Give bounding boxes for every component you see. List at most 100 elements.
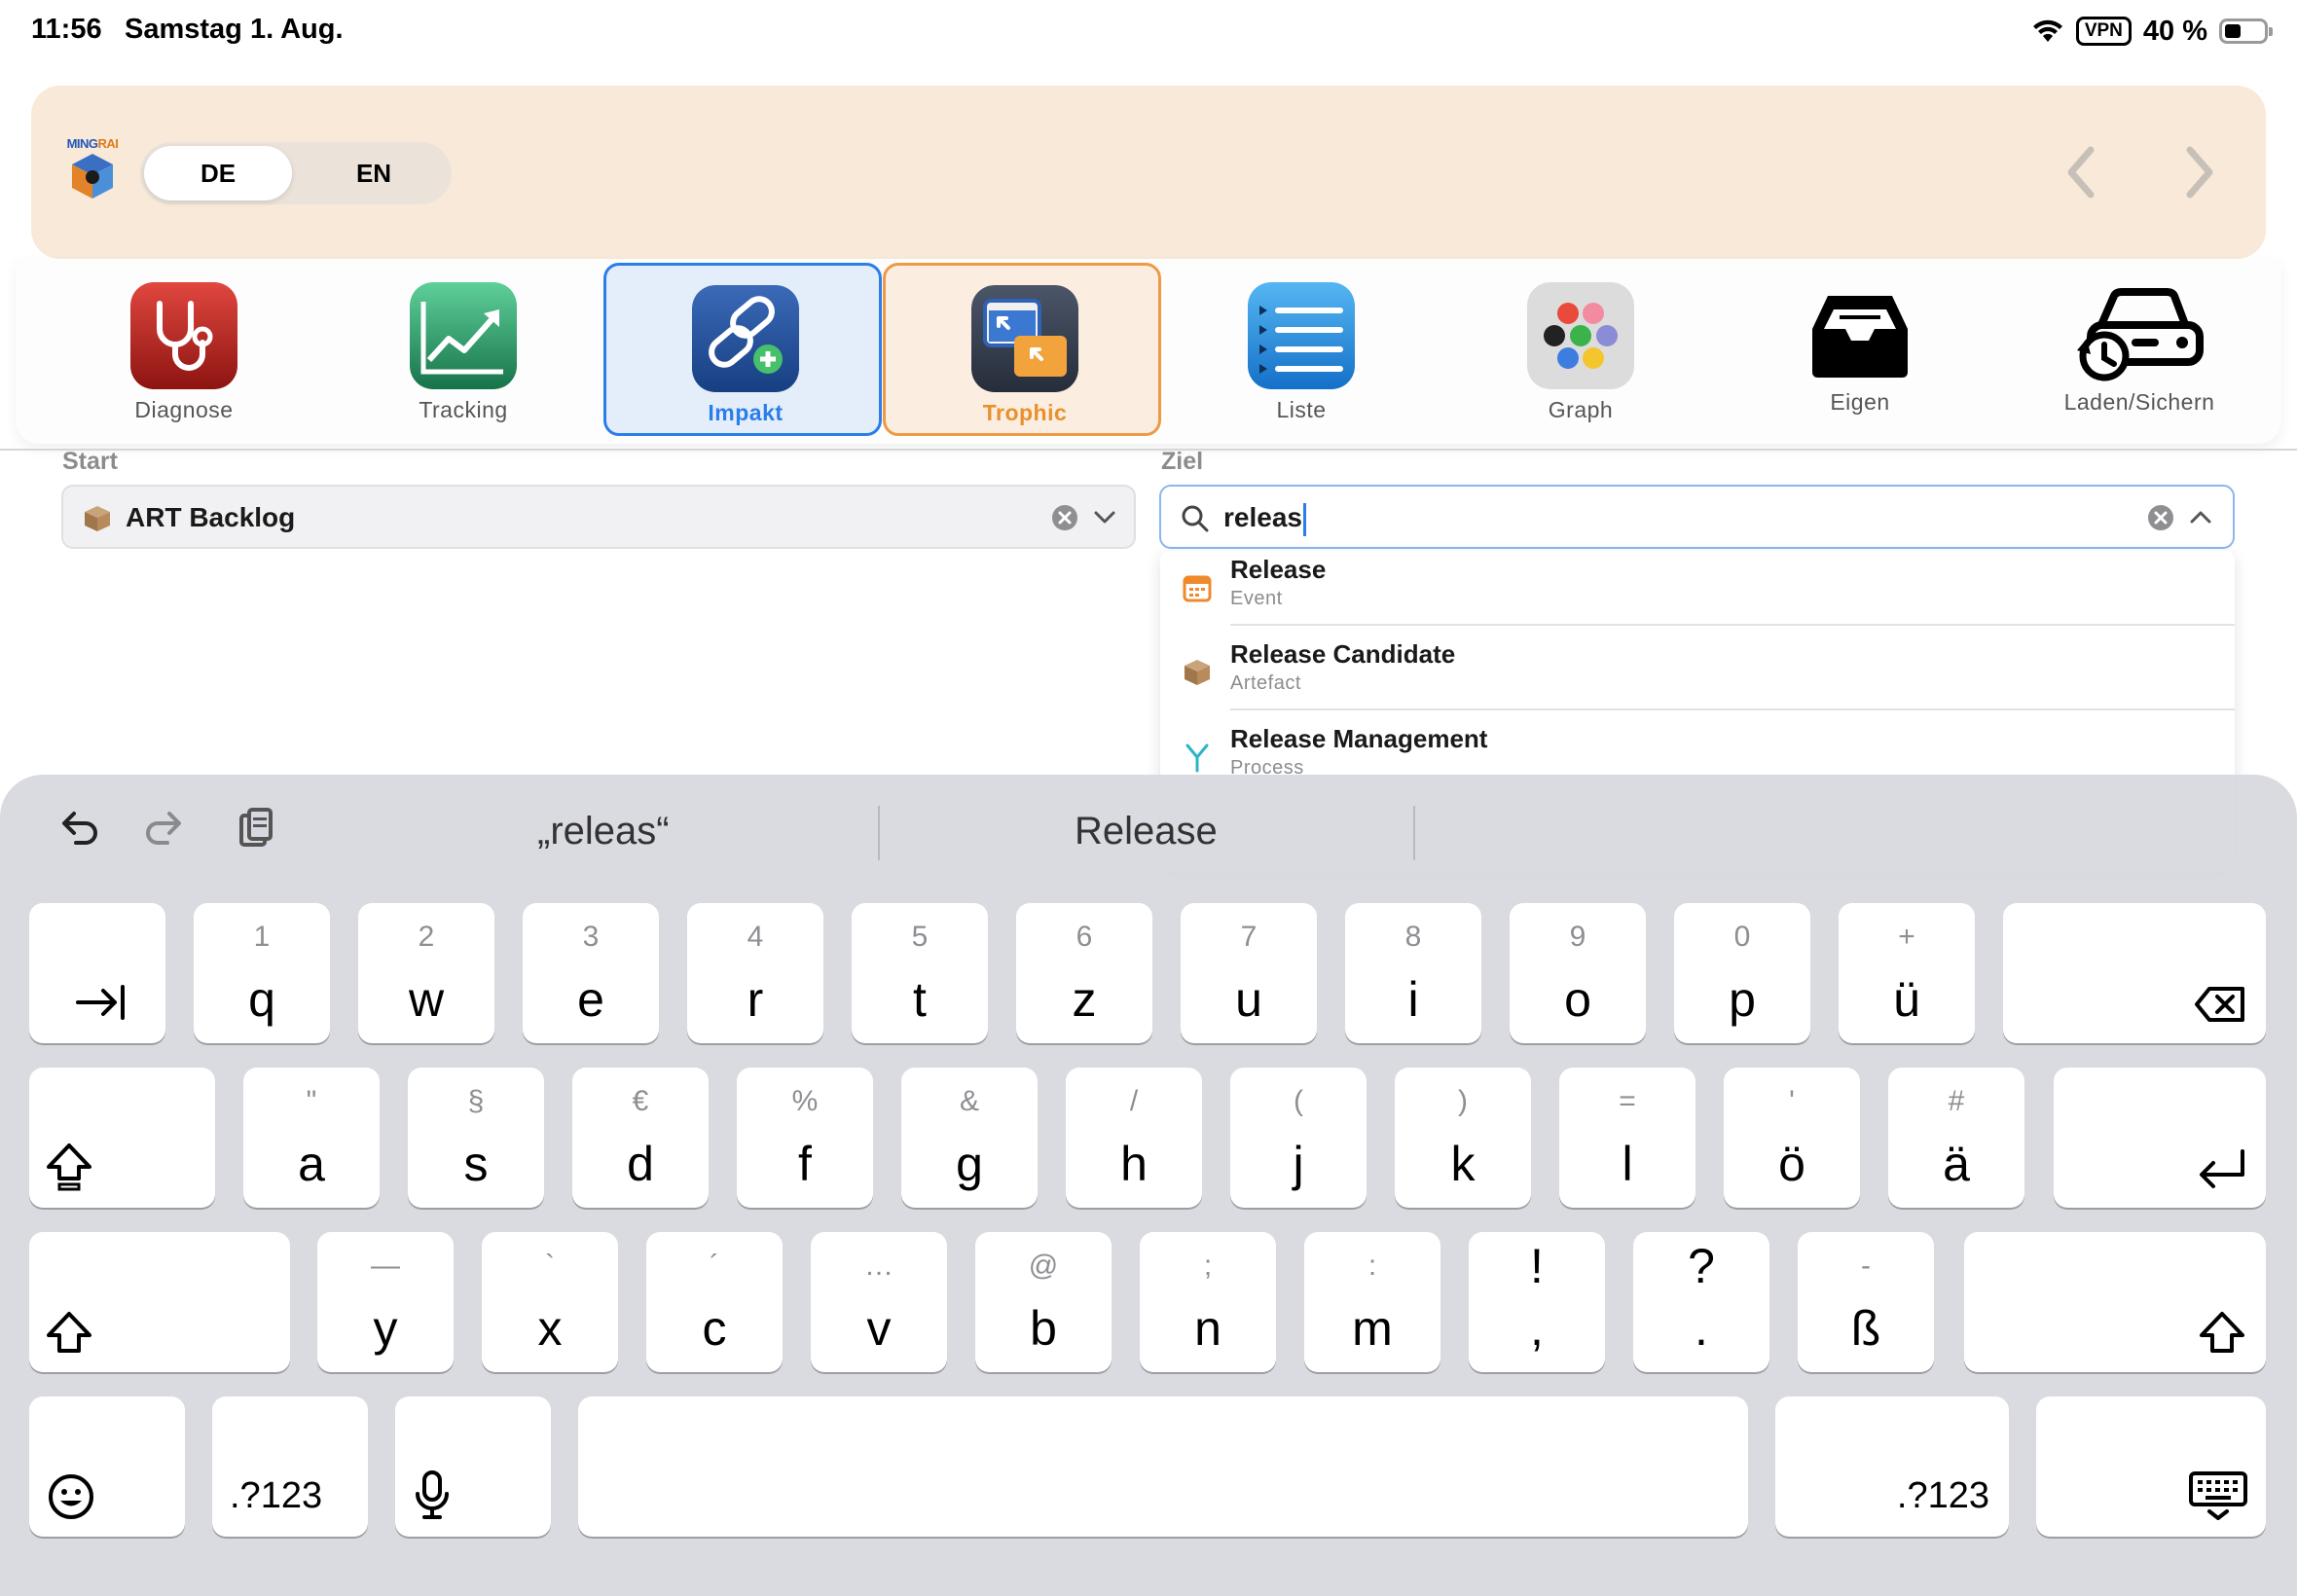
key-s[interactable]: § s <box>408 1068 544 1208</box>
key-e[interactable]: 3e <box>523 903 659 1043</box>
key-o[interactable]: 9o <box>1510 903 1646 1043</box>
link-plus-icon <box>692 285 799 392</box>
forward-arrow-icon[interactable] <box>2169 140 2227 204</box>
dictation-key[interactable] <box>395 1396 551 1537</box>
delete-key[interactable] <box>2003 903 2266 1043</box>
key-h[interactable]: / h <box>1066 1068 1202 1208</box>
backspace-icon <box>2195 987 2244 1022</box>
shift-right-key[interactable] <box>1964 1232 2266 1372</box>
key-k[interactable]: ) k <box>1395 1068 1531 1208</box>
key-i[interactable]: 8i <box>1345 903 1481 1043</box>
key-y[interactable]: — y <box>317 1232 454 1372</box>
car-restore-icon <box>2077 288 2204 381</box>
tab-key[interactable] <box>29 903 165 1043</box>
space-key[interactable] <box>578 1396 1748 1537</box>
key-b[interactable]: @ b <box>975 1232 1112 1372</box>
key-g[interactable]: & g <box>901 1068 1038 1208</box>
key-m[interactable]: :m <box>1304 1232 1440 1372</box>
windows-arrows-icon <box>971 285 1078 392</box>
return-key[interactable] <box>2054 1068 2266 1208</box>
separator <box>1230 624 2235 626</box>
key-p[interactable]: 0p <box>1674 903 1810 1043</box>
stethoscope-icon <box>130 282 237 389</box>
key-a[interactable]: " a <box>243 1068 380 1208</box>
key-ae[interactable]: # ä <box>1888 1068 2024 1208</box>
key-label: f <box>798 1137 812 1191</box>
suggestion-quoted[interactable]: „releas“ <box>537 810 670 853</box>
chevron-up-icon[interactable] <box>2187 502 2214 533</box>
clear-icon[interactable] <box>1052 505 1077 530</box>
tool-graph[interactable]: Graph <box>1441 263 1720 436</box>
key-d[interactable]: € d <box>572 1068 709 1208</box>
key-f[interactable]: % f <box>737 1068 873 1208</box>
key-label: t <box>913 972 927 1027</box>
key-period[interactable]: ?. <box>1633 1232 1769 1372</box>
back-arrow-icon[interactable] <box>2054 140 2112 204</box>
key-q[interactable]: 1q <box>194 903 330 1043</box>
ziel-search-input[interactable]: releas <box>1223 502 1306 536</box>
tool-liste[interactable]: Liste <box>1162 263 1440 436</box>
key-r[interactable]: 4r <box>687 903 823 1043</box>
emoji-key[interactable] <box>29 1396 185 1537</box>
ziel-search-combobox[interactable]: releas <box>1159 485 2235 549</box>
key-alt-label: 0 <box>1733 921 1751 953</box>
tool-trophic[interactable]: Trophic <box>883 263 1161 436</box>
search-icon <box>1182 505 1209 532</box>
result-item-release[interactable]: Release Event <box>1160 551 2235 635</box>
start-combobox[interactable]: ART Backlog <box>61 485 1136 549</box>
lang-de-button[interactable]: DE <box>144 146 292 200</box>
lang-en-button[interactable]: EN <box>300 146 448 200</box>
paste-icon[interactable] <box>232 804 280 852</box>
redo-icon[interactable] <box>142 804 191 852</box>
key-alt-label: ! <box>1530 1239 1544 1293</box>
key-j[interactable]: (j <box>1230 1068 1367 1208</box>
key-t[interactable]: 5t <box>852 903 988 1043</box>
key-u[interactable]: 7u <box>1181 903 1317 1043</box>
key-label: p <box>1729 972 1756 1027</box>
tool-label: Laden/Sichern <box>2063 389 2215 415</box>
hide-keyboard-key[interactable] <box>2036 1396 2266 1537</box>
tool-tracking[interactable]: Tracking <box>324 263 602 436</box>
key-n[interactable]: ; n <box>1140 1232 1276 1372</box>
key-alt-label: : <box>1367 1250 1377 1282</box>
key-v[interactable]: … v <box>811 1232 947 1372</box>
tool-eigen[interactable]: Eigen <box>1721 263 1999 436</box>
key-x[interactable]: ` x <box>482 1232 618 1372</box>
key-oe[interactable]: ' ö <box>1724 1068 1860 1208</box>
key-label: ü <box>1893 972 1920 1027</box>
key-label: w <box>408 972 445 1027</box>
tool-label: Diagnose <box>134 397 234 422</box>
key-alt-label: § <box>467 1085 485 1117</box>
chevron-down-icon[interactable] <box>1091 502 1118 533</box>
shift-icon <box>47 1312 91 1353</box>
shift-left-key[interactable] <box>29 1232 290 1372</box>
key-alt-label: 6 <box>1076 921 1093 953</box>
result-item-release-candidate[interactable]: Release Candidate Artefact <box>1160 635 2235 720</box>
key-comma[interactable]: !, <box>1469 1232 1605 1372</box>
undo-icon[interactable] <box>53 804 101 852</box>
key-ue[interactable]: + ü <box>1839 903 1975 1043</box>
key-l[interactable]: = l <box>1559 1068 1695 1208</box>
key-label: l <box>1622 1137 1633 1191</box>
tool-impakt[interactable]: Impakt <box>603 263 882 436</box>
key-label: .?123 <box>1896 1475 1989 1516</box>
suggestion-release[interactable]: Release <box>1075 810 1218 853</box>
tool-laden-sichern[interactable]: Laden/Sichern <box>2000 263 2279 436</box>
numbers-right-key[interactable]: .?123 <box>1775 1396 2009 1537</box>
key-label: m <box>1352 1301 1393 1356</box>
caps-lock-icon <box>47 1143 91 1191</box>
key-label: .?123 <box>230 1475 323 1516</box>
language-toggle: DE EN <box>140 142 452 204</box>
clear-icon[interactable] <box>2148 505 2173 530</box>
key-c[interactable]: ´ c <box>646 1232 783 1372</box>
start-value: ART Backlog <box>126 502 296 532</box>
tool-diagnose[interactable]: Diagnose <box>45 263 323 436</box>
suggestion-divider <box>878 806 880 860</box>
caps-lock-key[interactable] <box>29 1068 215 1208</box>
key-eszett[interactable]: -ß <box>1798 1232 1934 1372</box>
app-header: MINGRAI DE EN <box>31 86 2266 259</box>
key-z[interactable]: 6z <box>1016 903 1152 1043</box>
key-w[interactable]: 2w <box>358 903 494 1043</box>
numbers-left-key[interactable]: .?123 <box>212 1396 368 1537</box>
battery-icon <box>2219 18 2273 44</box>
